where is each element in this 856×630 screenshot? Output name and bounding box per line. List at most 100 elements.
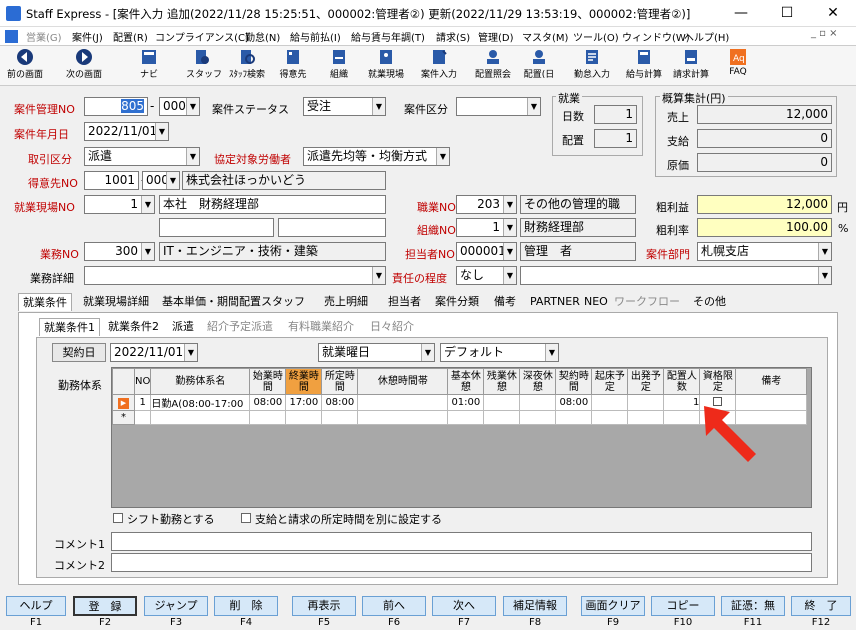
menu-admin[interactable]: 管理(D) [478,29,514,44]
new-cell[interactable] [321,410,359,425]
customer-button[interactable]: 得意先 [276,48,310,84]
cell-break-band[interactable] [357,394,449,411]
trade-select[interactable]: 派遣 ▼ [84,147,200,166]
tab-notes[interactable]: 備考 [490,293,520,311]
contract-date-picker[interactable]: 2022/11/01 ▼ [110,343,198,362]
new-cell[interactable] [285,410,323,425]
tab-other[interactable]: その他 [689,293,730,311]
tab-site-detail[interactable]: 就業現場詳細 [79,293,153,311]
new-cell[interactable] [483,410,521,425]
cell-count[interactable]: 1 [663,394,701,411]
faq-button[interactable]: Aq FAQ [726,48,750,84]
cell-start[interactable]: 08:00 [249,394,287,411]
weekday-select[interactable]: 就業曜日 ▼ [318,343,435,362]
cell-overtime-break[interactable] [483,394,521,411]
case-status-select[interactable]: 受注 ▼ [303,97,386,116]
new-cell[interactable] [249,410,287,425]
staff-search-button[interactable]: ｽﾀｯﾌ検索 [226,48,268,84]
subtab-conditions-2[interactable]: 就業条件2 [104,318,163,336]
shift-checkbox[interactable] [113,513,123,523]
child-window-controls[interactable]: _ ▫ × [811,28,838,39]
menu-attendance[interactable]: 勤怠(N) [245,29,280,44]
evidence-button[interactable]: 証憑：無 [721,596,785,616]
case-no-input[interactable]: 805 [84,97,148,116]
worksite-button[interactable]: 就業現場 [366,48,406,84]
cell-no[interactable]: 1 [133,394,152,411]
subtab-intro-dispatch[interactable]: 紹介予定派遣 [203,318,277,336]
new-cell[interactable] [663,410,701,425]
menu-case[interactable]: 案件(J) [72,29,103,44]
cell-night-break[interactable] [519,394,557,411]
case-entry-button[interactable]: 案件入力 [418,48,460,84]
maximize-button[interactable]: ☐ [764,0,810,27]
tab-sales-detail[interactable]: 売上明細 [320,293,372,311]
next-button[interactable]: 次へ [432,596,496,616]
tab-unit-price[interactable]: 基本単価・期間配置スタッフ [158,293,309,311]
billing-calc-button[interactable]: 請求計算 [670,48,712,84]
cell-fixed[interactable]: 08:00 [321,394,359,411]
tab-case-class[interactable]: 案件分類 [431,293,483,311]
tab-partner[interactable]: PARTNER [526,293,584,311]
row-selector[interactable]: ▶ [112,394,135,411]
help-button[interactable]: ヘルプ [6,596,66,616]
payroll-calc-button[interactable]: 給与計算 [624,48,664,84]
new-cell[interactable] [591,410,629,425]
cell-contract[interactable]: 08:00 [555,394,593,411]
case-kind-select[interactable]: ▼ [456,97,541,116]
target-select[interactable]: 派遣先均等・均衡方式 ▼ [303,147,450,166]
cell-end[interactable]: 17:00 [285,394,323,411]
case-no-sub-select[interactable]: 000 ▼ [159,97,200,116]
menu-window[interactable]: ウィンドウ(W) [622,29,690,44]
cell-name[interactable]: 日勤A(08:00-17:00 [150,394,251,411]
menu-tools[interactable]: ツール(O) [573,29,619,44]
cell-wake[interactable] [591,394,629,411]
org-no-select[interactable]: 1 ▼ [456,218,517,237]
date-picker[interactable]: 2022/11/01 ▼ [84,122,169,141]
back-button[interactable]: 前の画面 [3,48,47,84]
rep-no-select[interactable]: 000001 ▼ [456,242,517,261]
tab-neo[interactable]: NEO [580,293,612,311]
tab-workflow[interactable]: ワークフロー [610,293,684,311]
menu-master[interactable]: マスタ(M) [522,29,568,44]
resp-detail-select[interactable]: ▼ [520,266,832,285]
site-name-field[interactable]: 本社 財務経理部 [159,195,386,214]
contract-date-button[interactable]: 契約日 [52,343,106,362]
menu-assign[interactable]: 配置(R) [113,29,148,44]
menu-payroll[interactable]: 給与賃与年調(T) [351,29,425,44]
register-button[interactable]: 登 録 [73,596,137,616]
menu-prepay[interactable]: 給与前払(I) [290,29,341,44]
menu-compliance[interactable]: コンプライアンス(C) [155,29,249,44]
pattern-select[interactable]: デフォルト ▼ [440,343,559,362]
previous-button[interactable]: 前へ [362,596,426,616]
navi-button[interactable]: ナビ [137,48,161,84]
new-cell[interactable] [627,410,665,425]
job-no-select[interactable]: 203 ▼ [456,195,517,214]
attendance-entry-button[interactable]: 勤怠入力 [570,48,614,84]
staff-button[interactable]: スタッフ [186,48,222,84]
minimize-button[interactable]: — [718,0,764,27]
comment2-input[interactable] [111,553,812,572]
separate-checkbox[interactable] [241,513,251,523]
new-cell[interactable] [519,410,557,425]
cell-leave[interactable] [627,394,665,411]
close-button[interactable]: ✕ [810,0,856,27]
customer-sub-select[interactable]: 000 ▼ [142,171,180,190]
jump-button[interactable]: ジャンプ [144,596,208,616]
dept-select[interactable]: 札幌支店 ▼ [697,242,832,261]
site-no-select[interactable]: 1 ▼ [84,195,155,214]
tab-rep[interactable]: 担当者 [384,293,425,311]
delete-button[interactable]: 削 除 [214,596,278,616]
new-cell[interactable] [150,410,251,425]
detail-select[interactable]: ▼ [84,266,386,285]
copy-button[interactable]: コピー [651,596,715,616]
menu-help[interactable]: ヘルプ(H) [684,29,729,44]
forward-button[interactable]: 次の画面 [61,48,107,84]
new-cell[interactable] [357,410,449,425]
clear-screen-button[interactable]: 画面クリア [581,596,645,616]
cell-basic-break[interactable]: 01:00 [447,394,485,411]
subtab-paid-placement[interactable]: 有料職業紹介 [284,318,358,336]
exit-button[interactable]: 終 了 [791,596,851,616]
subtab-conditions-1[interactable]: 就業条件1 [39,318,100,336]
comment1-input[interactable] [111,532,812,551]
refresh-button[interactable]: 再表示 [292,596,356,616]
